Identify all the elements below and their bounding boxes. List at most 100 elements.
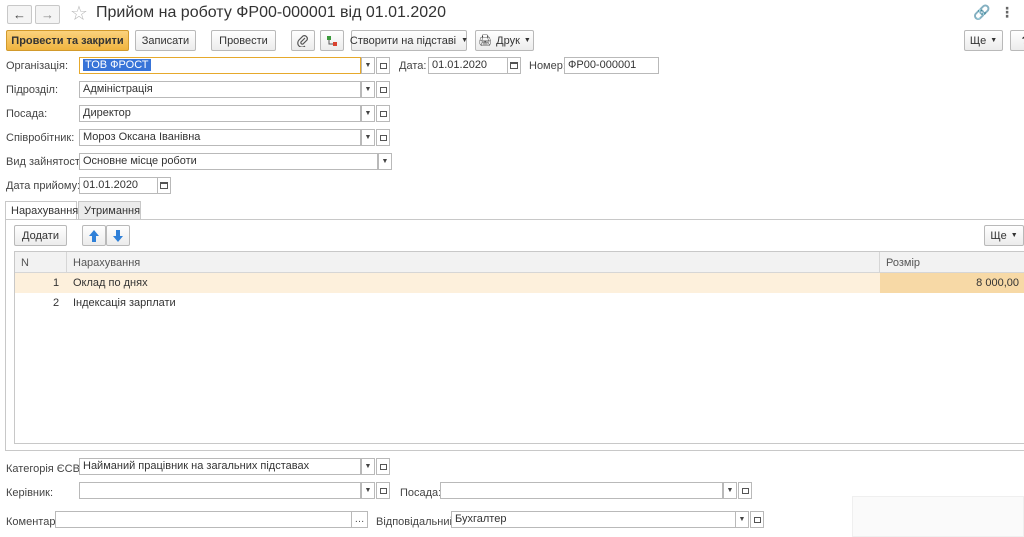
position-open-button[interactable] [376,105,390,122]
column-header-accrual[interactable]: Нарахування [67,252,880,273]
calendar-icon [160,182,168,189]
employee-dropdown-button[interactable]: ▼ [361,129,375,146]
number-field[interactable]: ФР00-000001 [564,57,659,74]
column-header-amount[interactable]: Розмір [880,252,1024,273]
arrow-up-icon [89,229,99,242]
tab-deductions[interactable]: Утримання [78,201,141,219]
move-down-button[interactable] [106,225,130,246]
comment-field[interactable] [55,511,352,528]
open-window-icon [379,487,387,494]
employee-open-button[interactable] [376,129,390,146]
open-window-icon [753,516,761,523]
date-field[interactable]: 01.01.2020 [428,57,508,74]
accruals-table[interactable]: N Нарахування Розмір 1 Оклад по днях 8 0… [14,251,1024,444]
column-header-n[interactable]: N [15,252,67,273]
responsible-dropdown-button[interactable]: ▼ [735,511,749,528]
dropdown-arrow-icon: ▼ [1010,232,1018,239]
attach-button[interactable] [291,30,315,51]
responsible-open-button[interactable] [750,511,764,528]
department-open-button[interactable] [376,81,390,98]
open-window-icon [379,134,387,141]
esv-category-label: Категорія ЄСВ: [6,463,84,475]
chevron-down-icon: ▼ [381,158,389,165]
responsible-field[interactable]: Бухгалтер [451,511,736,528]
open-window-icon [379,86,387,93]
open-window-icon [741,487,749,494]
dropdown-arrow-icon: ▼ [461,37,469,44]
save-button[interactable]: Записати [135,30,196,51]
print-button[interactable]: 🖨 Друк ▼ [475,30,534,51]
table-more-button[interactable]: Ще ▼ [984,225,1024,246]
row-amount-cell[interactable]: 8 000,00 [880,273,1024,293]
manager-open-button[interactable] [376,482,390,499]
employment-type-label: Вид зайнятості: [6,156,86,168]
manager-label: Керівник: [6,487,54,499]
row-accrual: Оклад по днях [73,277,148,289]
chevron-down-icon: ▼ [364,110,372,117]
move-up-button[interactable] [82,225,106,246]
comment-label: Коментар: [6,516,59,528]
organization-dropdown-button[interactable]: ▼ [361,57,375,74]
chevron-down-icon: ▼ [726,487,734,494]
more-vertical-icon[interactable]: ⋮ [1000,4,1014,21]
esv-category-field[interactable]: Найманий працівник на загальних підстава… [79,458,361,475]
open-window-icon [379,110,387,117]
organization-label: Організація: [6,60,68,72]
post-button[interactable]: Провести [211,30,276,51]
date-calendar-button[interactable] [507,57,521,74]
dropdown-arrow-icon: ▼ [990,37,998,44]
forward-button[interactable]: → [35,5,60,24]
post-and-close-button[interactable]: Провести та закрити [6,30,129,51]
comment-edit-button[interactable]: … [351,511,368,528]
notification-panel [852,496,1024,537]
calendar-icon [510,62,518,69]
employee-label: Співробітник: [6,132,75,144]
department-label: Підрозділ: [6,84,59,96]
department-dropdown-button[interactable]: ▼ [361,81,375,98]
create-based-on-button[interactable]: Створити на підставі ▼ [350,30,469,51]
organization-open-button[interactable] [376,57,390,74]
hierarchy-button[interactable] [320,30,344,51]
table-row[interactable]: 2 Індексація зарплати [15,293,1024,313]
row-accrual: Індексація зарплати [73,297,176,309]
date-label: Дата: [399,60,427,72]
link-icon[interactable]: 🔗 [973,4,990,21]
page-title: Прийом на роботу ФР00-000001 від 01.01.2… [96,4,446,21]
manager-position-field[interactable] [440,482,723,499]
help-button[interactable]: ? [1010,30,1024,51]
employment-type-select[interactable]: Основне місце роботи [79,153,378,170]
paperclip-icon [297,34,308,47]
manager-position-dropdown-button[interactable]: ▼ [723,482,737,499]
department-field[interactable]: Адміністрація [79,81,361,98]
structure-icon [327,35,337,46]
row-number: 2 [53,297,60,309]
manager-dropdown-button[interactable]: ▼ [361,482,375,499]
organization-field[interactable]: ТОВ ФРОСТ [79,57,361,74]
tab-accruals[interactable]: Нарахування [5,201,78,220]
back-button[interactable]: ← [7,5,32,24]
more-actions-button[interactable]: Ще ▼ [964,30,1003,51]
manager-position-open-button[interactable] [738,482,752,499]
chevron-down-icon: ▼ [364,62,372,69]
chevron-down-icon: ▼ [738,516,746,523]
manager-position-label: Посада: [400,487,442,499]
manager-field[interactable] [79,482,361,499]
add-button[interactable]: Додати [14,225,67,246]
hire-date-calendar-button[interactable] [157,177,171,194]
row-amount: 8 000,00 [976,277,1019,289]
esv-category-open-button[interactable] [376,458,390,475]
chevron-down-icon: ▼ [364,134,372,141]
position-field[interactable]: Директор [79,105,361,122]
chevron-down-icon: ▼ [364,463,372,470]
employee-field[interactable]: Мороз Оксана Іванівна [79,129,361,146]
table-row[interactable]: 1 Оклад по днях 8 000,00 [15,273,1024,293]
printer-icon: 🖨 [478,35,493,47]
dropdown-arrow-icon: ▼ [523,37,531,44]
position-label: Посада: [6,108,48,120]
esv-category-dropdown-button[interactable]: ▼ [361,458,375,475]
ellipsis-icon: … [354,514,365,525]
hire-date-field[interactable]: 01.01.2020 [79,177,158,194]
employment-type-dropdown-button[interactable]: ▼ [378,153,392,170]
position-dropdown-button[interactable]: ▼ [361,105,375,122]
favorite-star-icon[interactable]: ☆ [70,1,88,26]
